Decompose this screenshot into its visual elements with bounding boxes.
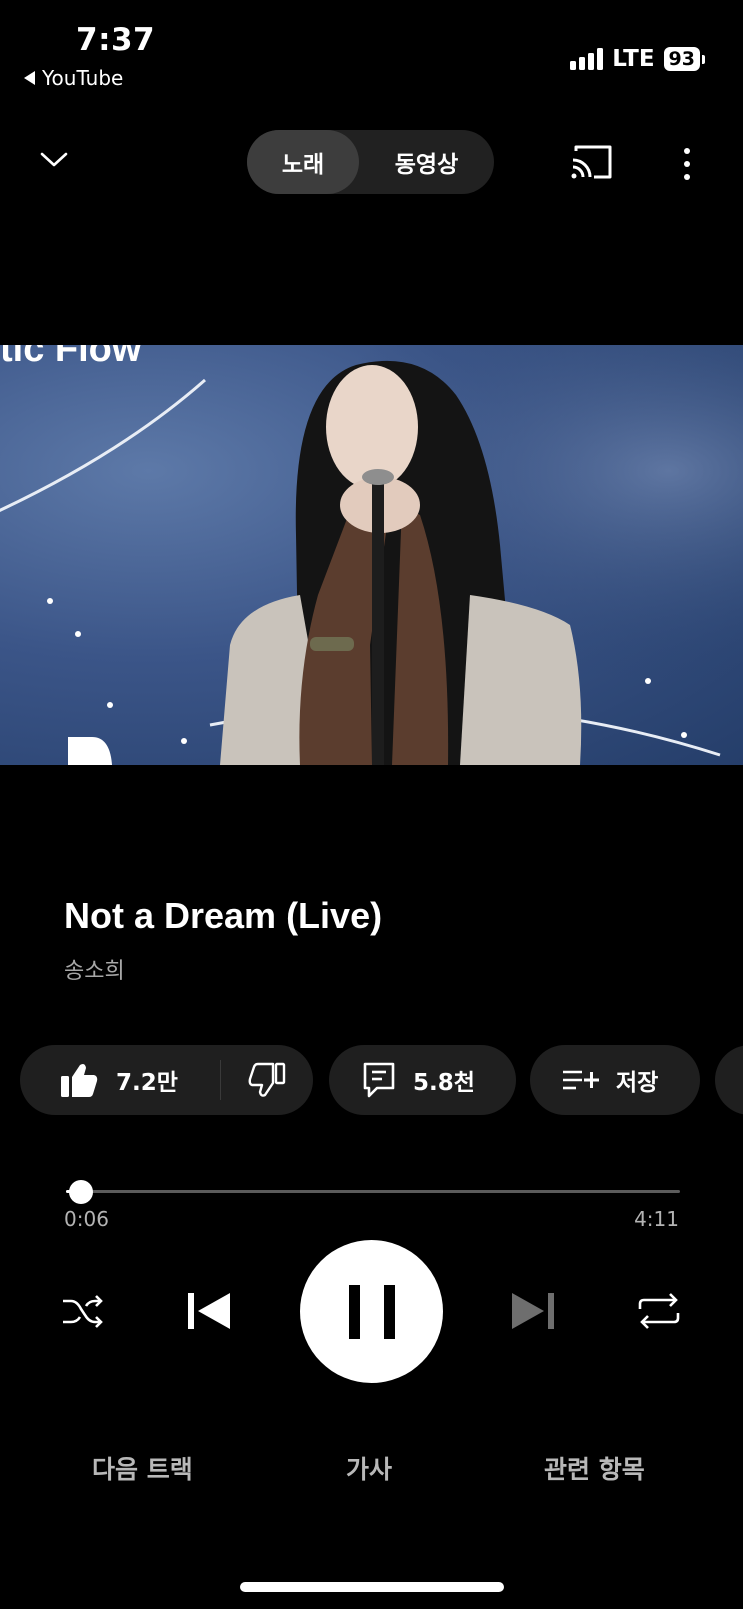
album-artwork: tic Flow bbox=[0, 345, 743, 765]
pause-icon bbox=[348, 1284, 360, 1339]
more-actions-chip[interactable] bbox=[715, 1045, 743, 1115]
comments-chip[interactable]: 5.8천 bbox=[329, 1045, 516, 1115]
song-video-toggle: 노래 동영상 bbox=[247, 130, 494, 194]
comment-icon bbox=[363, 1062, 395, 1098]
next-track-button[interactable] bbox=[508, 1287, 558, 1335]
shuffle-button[interactable] bbox=[60, 1288, 106, 1334]
progress-thumb[interactable] bbox=[68, 1180, 93, 1204]
back-app-label: YouTube bbox=[42, 66, 124, 90]
track-artist[interactable]: 송소희 bbox=[64, 953, 125, 985]
progress-track bbox=[66, 1190, 680, 1193]
tab-lyrics[interactable]: 가사 bbox=[346, 1450, 392, 1486]
total-time: 4:11 bbox=[634, 1207, 679, 1231]
tab-related[interactable]: 관련 항목 bbox=[544, 1450, 645, 1486]
like-count: 7.2만 bbox=[116, 1070, 178, 1096]
chevron-down-icon bbox=[40, 152, 68, 167]
repeat-button[interactable] bbox=[636, 1288, 682, 1334]
dislike-button[interactable] bbox=[221, 1062, 313, 1098]
comment-count: 5.8천 bbox=[413, 1070, 475, 1096]
elapsed-time: 0:06 bbox=[64, 1207, 109, 1231]
battery-level: 93 bbox=[663, 47, 700, 71]
save-chip[interactable]: 저장 bbox=[530, 1045, 700, 1115]
status-time: 7:37 bbox=[76, 22, 156, 58]
battery-icon: 93 bbox=[663, 47, 705, 71]
home-indicator[interactable] bbox=[240, 1582, 504, 1592]
repeat-icon bbox=[638, 1293, 680, 1329]
tab-up-next[interactable]: 다음 트랙 bbox=[92, 1450, 193, 1486]
thumbs-up-icon bbox=[60, 1062, 98, 1098]
back-to-app-button[interactable]: YouTube bbox=[24, 66, 123, 90]
network-type: LTE bbox=[612, 46, 655, 72]
more-options-button[interactable] bbox=[672, 144, 702, 184]
shuffle-icon bbox=[63, 1295, 103, 1328]
pause-button[interactable] bbox=[300, 1240, 443, 1383]
status-indicators: LTE 93 bbox=[570, 46, 705, 72]
tab-song[interactable]: 노래 bbox=[247, 130, 359, 194]
save-label: 저장 bbox=[616, 1070, 659, 1096]
back-triangle-icon bbox=[24, 71, 35, 85]
cast-icon bbox=[571, 145, 612, 179]
playlist-add-icon bbox=[562, 1068, 600, 1092]
artwork-illustration: tic Flow bbox=[0, 345, 743, 765]
previous-track-button[interactable] bbox=[184, 1287, 234, 1335]
artwork-overlay-text: tic Flow bbox=[0, 345, 142, 370]
like-dislike-chip: 7.2만 bbox=[20, 1045, 313, 1115]
like-button[interactable]: 7.2만 bbox=[20, 1062, 220, 1098]
skip-next-icon bbox=[512, 1293, 554, 1329]
collapse-player-button[interactable] bbox=[38, 144, 70, 176]
cast-button[interactable] bbox=[570, 143, 614, 183]
cellular-signal-icon bbox=[570, 48, 604, 70]
track-title: Not a Dream (Live) bbox=[64, 895, 383, 936]
action-chip-row: 7.2만 5.8천 저장 bbox=[20, 1045, 743, 1115]
skip-previous-icon bbox=[188, 1293, 230, 1329]
music-player-screen: 7:37 YouTube LTE 93 노래 동영상 tic Flow Not … bbox=[0, 0, 743, 1609]
thumbs-down-icon bbox=[248, 1062, 286, 1098]
playback-progress-slider[interactable] bbox=[66, 1176, 680, 1206]
tab-video[interactable]: 동영상 bbox=[359, 130, 494, 194]
more-vert-icon bbox=[684, 148, 690, 154]
